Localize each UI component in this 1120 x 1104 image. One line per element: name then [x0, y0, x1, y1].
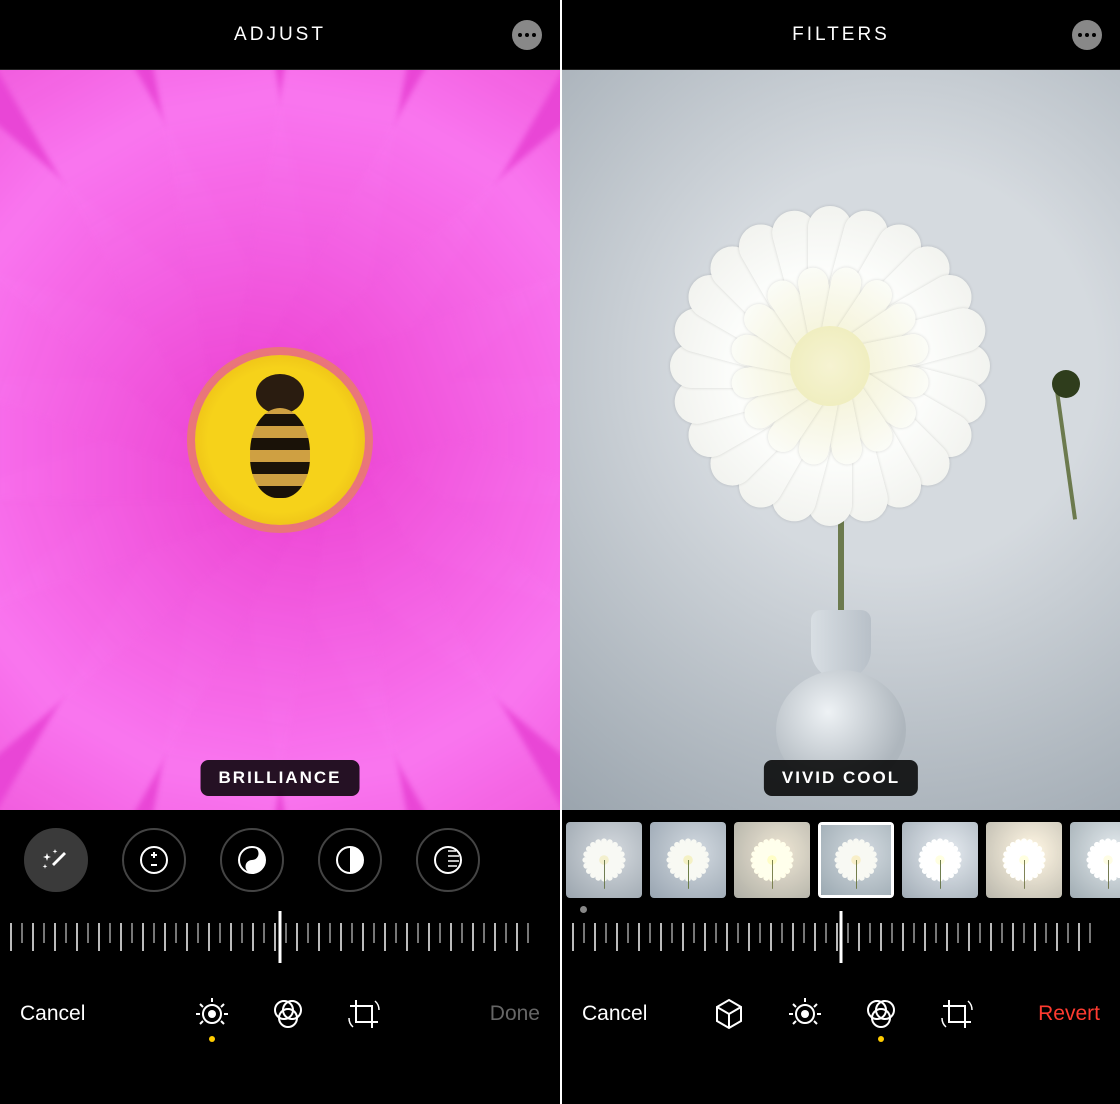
- filter-thumb-vivid[interactable]: [650, 822, 726, 898]
- filter-thumb-original[interactable]: [566, 822, 642, 898]
- header-title: FILTERS: [792, 24, 890, 46]
- slider-min-dot: [580, 906, 587, 913]
- more-button[interactable]: [512, 20, 542, 50]
- filter-thumbnails-row[interactable]: [562, 810, 1120, 910]
- filters-circles-icon: [270, 996, 306, 1032]
- bee: [240, 368, 320, 488]
- header: FILTERS: [562, 0, 1120, 70]
- filter-intensity-slider[interactable]: [562, 910, 1120, 964]
- photo-canvas[interactable]: VIVID COOL: [562, 70, 1120, 810]
- filters-circles-icon: [863, 996, 899, 1032]
- active-mode-indicator: [878, 1036, 884, 1042]
- filter-thumb-vivid-cool[interactable]: [818, 822, 894, 898]
- slider-indicator[interactable]: [840, 911, 843, 963]
- mode-adjust[interactable]: [787, 996, 823, 1032]
- plus-minus-icon: [138, 844, 170, 876]
- flower-bud: [1052, 370, 1080, 398]
- mode-crop[interactable]: [346, 996, 382, 1032]
- cancel-button[interactable]: Cancel: [582, 1002, 647, 1026]
- filter-thumb-dramatic-cool[interactable]: [1070, 822, 1120, 898]
- tool-highlights[interactable]: [318, 828, 382, 892]
- revert-button[interactable]: Revert: [1038, 1002, 1100, 1026]
- crop-rotate-icon: [939, 996, 975, 1032]
- header-title: ADJUST: [234, 24, 326, 46]
- half-circle-right-icon: [334, 844, 366, 876]
- active-mode-indicator: [209, 1036, 215, 1042]
- mode-live[interactable]: [711, 996, 747, 1032]
- more-button[interactable]: [1072, 20, 1102, 50]
- adjustment-name-badge: BRILLIANCE: [201, 760, 360, 796]
- tool-auto-enhance[interactable]: [24, 828, 88, 892]
- filter-thumb-dramatic-warm[interactable]: [986, 822, 1062, 898]
- tool-brilliance[interactable]: [220, 828, 284, 892]
- filters-screen: FILTERS VIVID COOL Cancel: [560, 0, 1120, 1104]
- bottom-toolbar: Cancel Revert: [562, 964, 1120, 1064]
- mode-crop[interactable]: [939, 996, 975, 1032]
- adjust-screen: ADJUST BRILLIANCE: [0, 0, 560, 1104]
- filter-thumb-vivid-warm[interactable]: [734, 822, 810, 898]
- adjust-dial-icon: [194, 996, 230, 1032]
- mode-switcher: [194, 996, 382, 1032]
- adjust-slider[interactable]: [0, 910, 560, 964]
- filter-name-badge: VIVID COOL: [764, 760, 918, 796]
- adjust-dial-icon: [787, 996, 823, 1032]
- yin-yang-icon: [236, 844, 268, 876]
- adjust-tools-row[interactable]: [0, 810, 560, 910]
- mode-adjust[interactable]: [194, 996, 230, 1032]
- header: ADJUST: [0, 0, 560, 70]
- half-circle-left-icon: [432, 844, 464, 876]
- bottom-toolbar: Cancel Done: [0, 964, 560, 1064]
- mode-filters[interactable]: [270, 996, 306, 1032]
- crop-rotate-icon: [346, 996, 382, 1032]
- slider-indicator[interactable]: [279, 911, 282, 963]
- flower: [670, 206, 990, 526]
- cancel-button[interactable]: Cancel: [20, 1002, 85, 1026]
- tool-exposure[interactable]: [122, 828, 186, 892]
- photo-canvas[interactable]: BRILLIANCE: [0, 70, 560, 810]
- mode-switcher: [711, 996, 975, 1032]
- tool-shadows[interactable]: [416, 828, 480, 892]
- cube-icon: [711, 996, 747, 1032]
- wand-icon: [40, 844, 72, 876]
- filter-thumb-dramatic[interactable]: [902, 822, 978, 898]
- mode-filters[interactable]: [863, 996, 899, 1032]
- done-button[interactable]: Done: [490, 1002, 540, 1026]
